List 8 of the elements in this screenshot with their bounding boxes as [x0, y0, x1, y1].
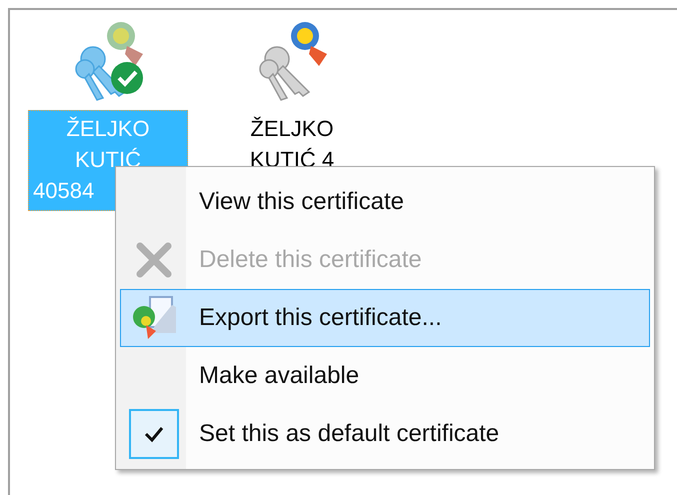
- menu-item[interactable]: Make available: [120, 347, 650, 405]
- menu-item[interactable]: Export this certificate...: [120, 289, 650, 347]
- rosette-icon: [107, 22, 143, 66]
- keys-icon: [259, 46, 310, 101]
- rosette-icon: [291, 22, 327, 66]
- export-certificate-icon: [130, 295, 178, 341]
- x-icon: [134, 240, 174, 280]
- menu-item[interactable]: Set this as default certificate: [120, 405, 650, 463]
